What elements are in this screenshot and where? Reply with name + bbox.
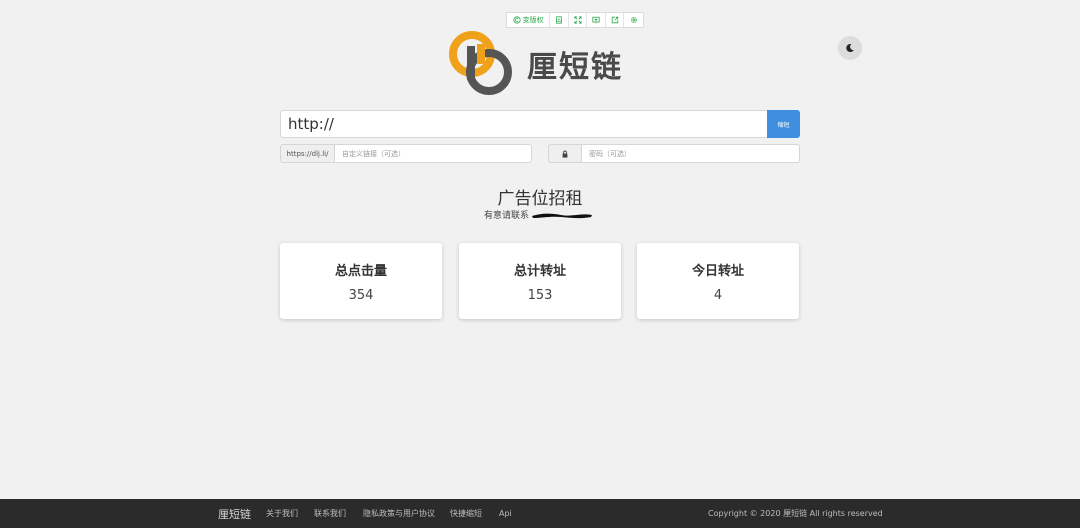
footer-link-privacy[interactable]: 隐私政策与用户协议 <box>363 508 435 519</box>
version-button[interactable]: 变版权 <box>507 13 551 27</box>
domain-prefix: https://dlj.li/ <box>280 144 334 163</box>
shorten-button[interactable]: 缩短 <box>767 110 800 138</box>
site-logo[interactable]: 厘短链 <box>447 30 633 96</box>
qrcode-icon <box>592 16 600 24</box>
password-group <box>548 144 800 163</box>
ad-subtitle: 有意请联系 <box>484 208 593 221</box>
settings-button[interactable] <box>624 13 643 27</box>
copyright-icon <box>513 16 521 24</box>
long-url-input[interactable] <box>280 110 767 138</box>
logo-text: 厘短链 <box>527 50 623 85</box>
stat-value: 153 <box>527 287 553 303</box>
custom-link-group: https://dlj.li/ <box>280 144 532 163</box>
stat-card-total-links: 总计转址 153 <box>459 243 621 319</box>
settings-icon <box>630 16 637 24</box>
stat-value: 4 <box>713 287 723 303</box>
footer-link-contact[interactable]: 联系我们 <box>314 508 346 519</box>
copyright-text: Copyright © 2020 厘短链 All rights reserved <box>708 509 883 518</box>
theme-toggle-button[interactable] <box>838 36 862 60</box>
stat-label: 总计转址 <box>513 263 566 279</box>
stat-label: 今日转址 <box>691 263 744 279</box>
ad-title: 广告位招租 <box>497 189 583 209</box>
footer: 厘短链 关于我们 联系我们 隐私政策与用户协议 快捷缩短 Api Copyrig… <box>0 499 1080 528</box>
moon-icon <box>846 44 854 53</box>
ad-icon <box>556 16 562 24</box>
stat-value: 354 <box>348 287 374 303</box>
footer-brand[interactable]: 厘短链 <box>218 506 251 522</box>
stat-label: 总点击量 <box>334 263 387 279</box>
ad-subtitle-text: 有意请联系 <box>484 211 530 221</box>
shorten-form: 缩短 <box>280 110 800 138</box>
redacted-contact <box>532 213 593 218</box>
share-icon <box>611 16 618 24</box>
top-toolbar: 变版权 <box>506 12 644 28</box>
lock-icon <box>562 150 568 158</box>
footer-link-quick-shorten[interactable]: 快捷缩短 <box>450 508 482 519</box>
footer-link-about[interactable]: 关于我们 <box>266 508 298 519</box>
share-button[interactable] <box>606 13 625 27</box>
fullscreen-button[interactable] <box>569 13 588 27</box>
fullscreen-icon <box>574 16 582 24</box>
custom-link-input[interactable] <box>334 144 532 163</box>
password-input[interactable] <box>581 144 800 163</box>
page: 变版权 厘短链 http:// 缩短 https://dlj.li/ 自定义链接… <box>0 0 1080 528</box>
logo-icon <box>449 31 512 95</box>
stat-card-today-links: 今日转址 4 <box>637 243 799 319</box>
footer-link-api[interactable]: Api <box>499 509 512 518</box>
qrcode-button[interactable] <box>587 13 606 27</box>
lock-addon <box>548 144 581 163</box>
stat-card-total-clicks: 总点击量 354 <box>280 243 442 319</box>
version-label: 变版权 <box>522 16 544 24</box>
ad-button[interactable] <box>550 13 569 27</box>
